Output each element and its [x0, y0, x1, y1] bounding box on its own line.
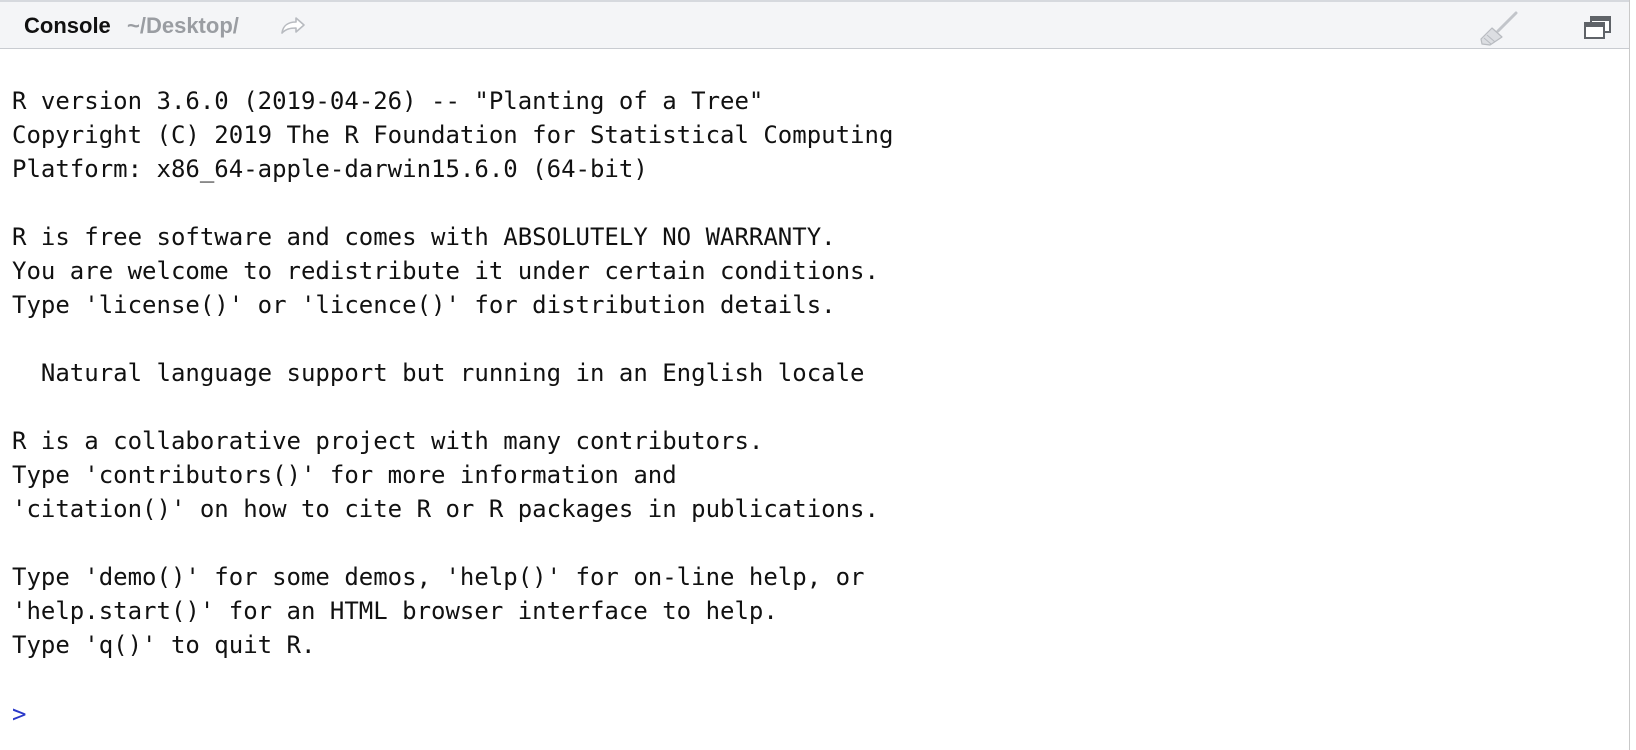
console-pane: Console ~/Desktop/ R version 3.6.0 (2019…	[0, 0, 1630, 750]
console-line: Type 'q()' to quit R.	[12, 631, 316, 659]
console-line: Type 'demo()' for some demos, 'help()' f…	[12, 563, 865, 591]
maximize-icon[interactable]	[1583, 15, 1613, 41]
console-prompt[interactable]: >	[12, 697, 26, 731]
console-line: 'help.start()' for an HTML browser inter…	[12, 597, 778, 625]
console-header: Console ~/Desktop/	[0, 0, 1629, 49]
console-line: Type 'license()' or 'licence()' for dist…	[12, 291, 836, 319]
console-line: You are welcome to redistribute it under…	[12, 257, 879, 285]
console-tab-title[interactable]: Console	[24, 13, 111, 39]
console-output: R version 3.6.0 (2019-04-26) -- "Plantin…	[12, 84, 1612, 662]
console-line: Platform: x86_64-apple-darwin15.6.0 (64-…	[12, 155, 648, 183]
broom-icon[interactable]	[1478, 11, 1520, 47]
console-line: R is a collaborative project with many c…	[12, 427, 764, 455]
console-line: R is free software and comes with ABSOLU…	[12, 223, 836, 251]
working-directory-path: ~/Desktop/	[127, 13, 239, 38]
console-line: Type 'contributors()' for more informati…	[12, 461, 677, 489]
console-line: Copyright (C) 2019 The R Foundation for …	[12, 121, 894, 149]
console-line: 'citation()' on how to cite R or R packa…	[12, 495, 879, 523]
goto-directory-icon[interactable]	[279, 15, 307, 37]
console-line: R version 3.6.0 (2019-04-26) -- "Plantin…	[12, 87, 764, 115]
console-line: Natural language support but running in …	[12, 359, 865, 387]
